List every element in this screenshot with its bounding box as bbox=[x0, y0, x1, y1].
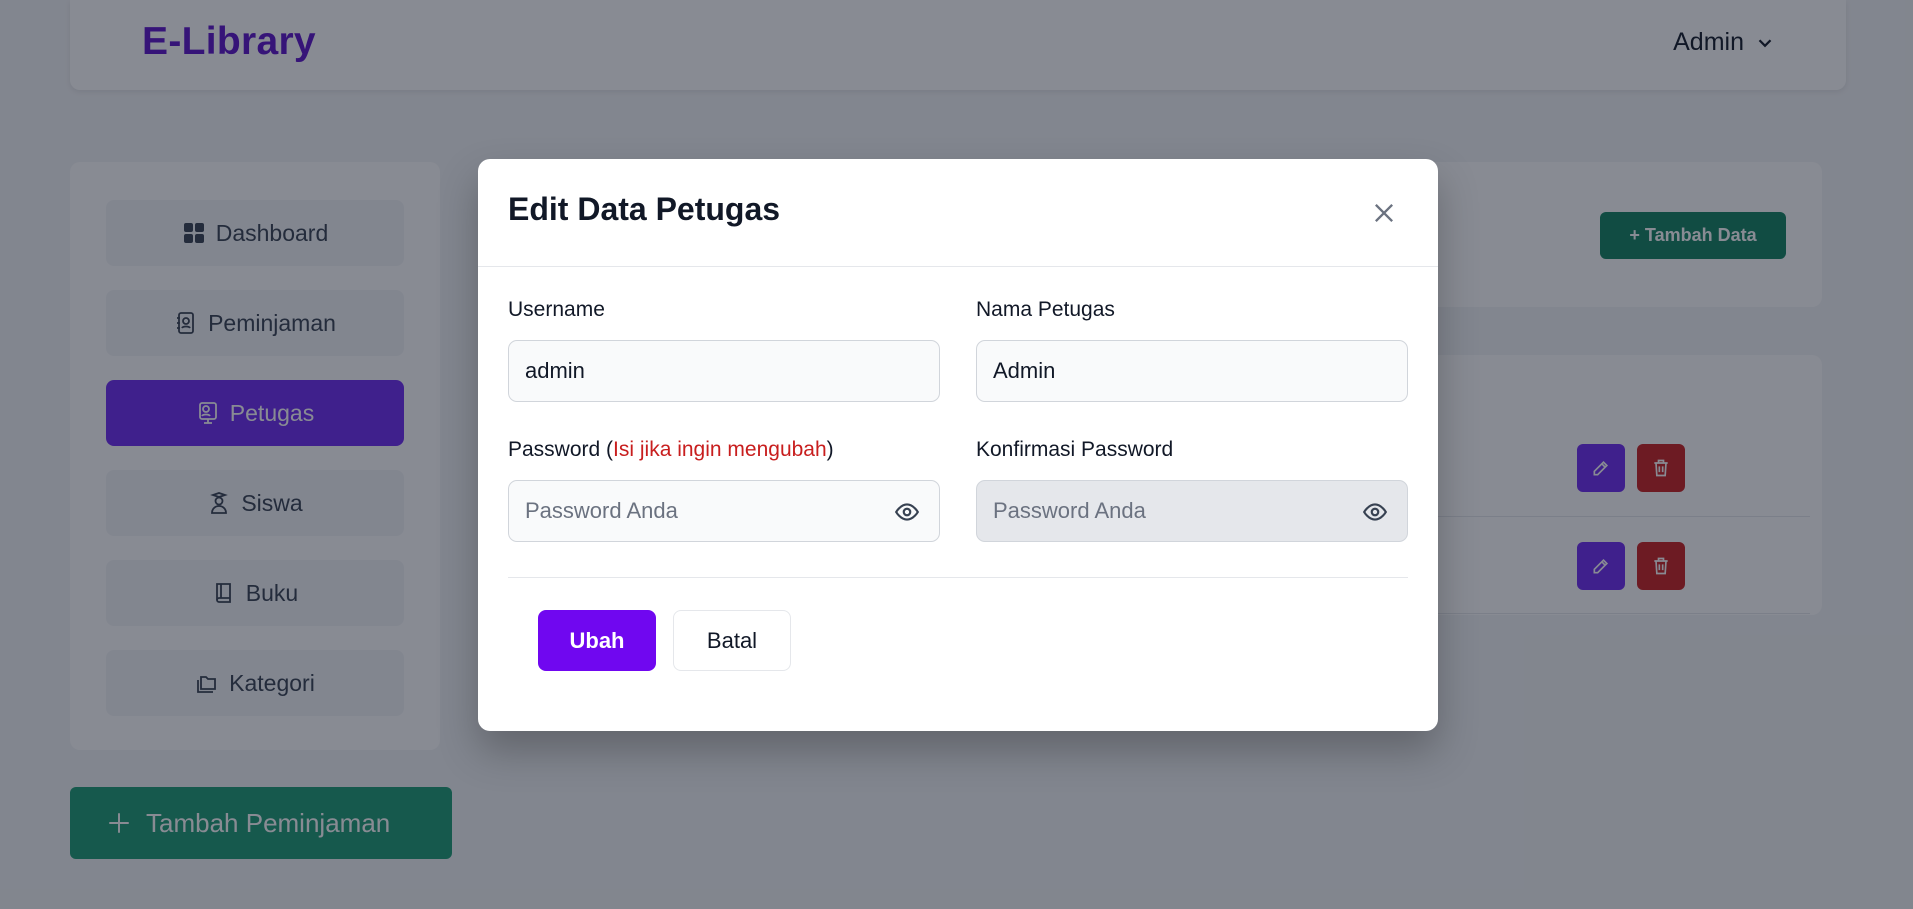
eye-icon[interactable] bbox=[1361, 499, 1389, 525]
username-label: Username bbox=[508, 298, 605, 321]
modal-title: Edit Data Petugas bbox=[508, 191, 781, 227]
password-label-text: Password ( bbox=[508, 438, 614, 461]
modal-divider bbox=[508, 577, 1408, 578]
password-placeholder: Password Anda bbox=[525, 498, 678, 523]
officer-name-value: Admin bbox=[993, 358, 1056, 383]
cancel-button[interactable]: Batal bbox=[673, 610, 791, 671]
edit-officer-modal: Edit Data Petugas Username admin Nama Pe… bbox=[478, 159, 1438, 731]
password-label-close: ) bbox=[826, 438, 834, 461]
modal-header: Edit Data Petugas bbox=[478, 159, 1438, 267]
name-label: Nama Petugas bbox=[976, 298, 1115, 321]
confirm-password-field[interactable]: Password Anda bbox=[976, 480, 1408, 542]
submit-button[interactable]: Ubah bbox=[538, 610, 656, 671]
eye-icon[interactable] bbox=[893, 499, 921, 525]
officer-name-field[interactable]: Admin bbox=[976, 340, 1408, 402]
password-field[interactable]: Password Anda bbox=[508, 480, 940, 542]
username-field[interactable]: admin bbox=[508, 340, 940, 402]
confirm-password-label: Konfirmasi Password bbox=[976, 438, 1174, 461]
password-hint: Isi jika ingin mengubah bbox=[613, 438, 827, 461]
username-value: admin bbox=[525, 358, 585, 383]
password-label: Password (Isi jika ingin mengubah) bbox=[508, 438, 834, 462]
close-icon[interactable] bbox=[1370, 199, 1398, 227]
confirm-password-placeholder: Password Anda bbox=[993, 498, 1146, 523]
